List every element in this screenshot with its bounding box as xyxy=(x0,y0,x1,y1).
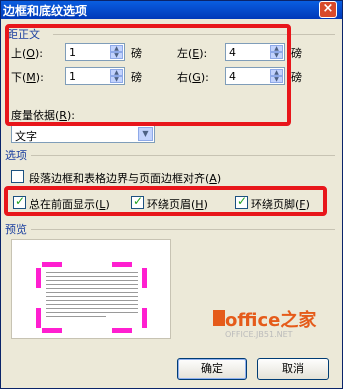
preview-text-line xyxy=(46,308,138,309)
watermark-url: OFFICE.JB51.NET xyxy=(225,330,293,339)
right-unit: 磅 xyxy=(291,71,302,84)
margin-marker xyxy=(142,268,147,288)
margin-marker xyxy=(112,328,132,333)
preview-group-title: 预览 xyxy=(5,223,27,236)
margin-marker xyxy=(42,328,62,333)
preview-text-line xyxy=(46,284,138,285)
preview-text-line xyxy=(46,300,138,301)
chevron-down-icon[interactable]: ▼ xyxy=(138,127,153,141)
close-button[interactable]: × xyxy=(319,1,337,18)
measure-from-select[interactable]: 文字 ▼ xyxy=(11,125,155,143)
title-bar: 边框和底纹选项 × xyxy=(1,1,342,19)
align-borders-label: 段落边框和表格边界与页面边框对齐(A) xyxy=(29,172,222,185)
measure-from-value: 文字 xyxy=(15,130,37,143)
preview-text-line xyxy=(46,312,138,313)
margin-marker xyxy=(142,308,147,328)
cancel-button[interactable]: 取消 xyxy=(257,358,329,380)
highlight-frame-options xyxy=(4,186,327,216)
borders-shading-options-dialog: 边框和底纹选项 × 距正文 上(O): 1 ▲ ▼ 磅 左(E): 4 ▲ ▼ 磅 … xyxy=(0,0,343,389)
margin-marker xyxy=(36,268,41,288)
highlight-frame-margins xyxy=(5,24,291,126)
align-borders-checkbox[interactable] xyxy=(11,170,24,183)
ok-button[interactable]: 确定 xyxy=(177,358,247,380)
left-unit: 磅 xyxy=(291,47,302,60)
options-group-title: 选项 xyxy=(5,149,27,162)
margin-marker xyxy=(112,262,132,267)
margin-marker xyxy=(42,262,62,267)
preview-text-line xyxy=(46,292,138,293)
preview-text-line xyxy=(46,304,138,305)
preview-text-line xyxy=(46,296,138,297)
preview-text-line xyxy=(46,316,106,317)
margin-marker xyxy=(36,308,41,328)
preview-text-line xyxy=(46,280,138,281)
preview-divider xyxy=(31,229,335,230)
preview-text-line xyxy=(46,272,138,273)
watermark-text: office之家 xyxy=(225,310,317,331)
watermark-logo-icon xyxy=(213,310,225,326)
window-title: 边框和底纹选项 xyxy=(3,4,88,18)
office-home-watermark: office之家 OFFICE.JB51.NET xyxy=(213,306,343,346)
preview-pane xyxy=(11,239,171,339)
options-divider xyxy=(31,155,335,156)
preview-text-line xyxy=(46,276,138,277)
preview-text-line xyxy=(46,288,138,289)
